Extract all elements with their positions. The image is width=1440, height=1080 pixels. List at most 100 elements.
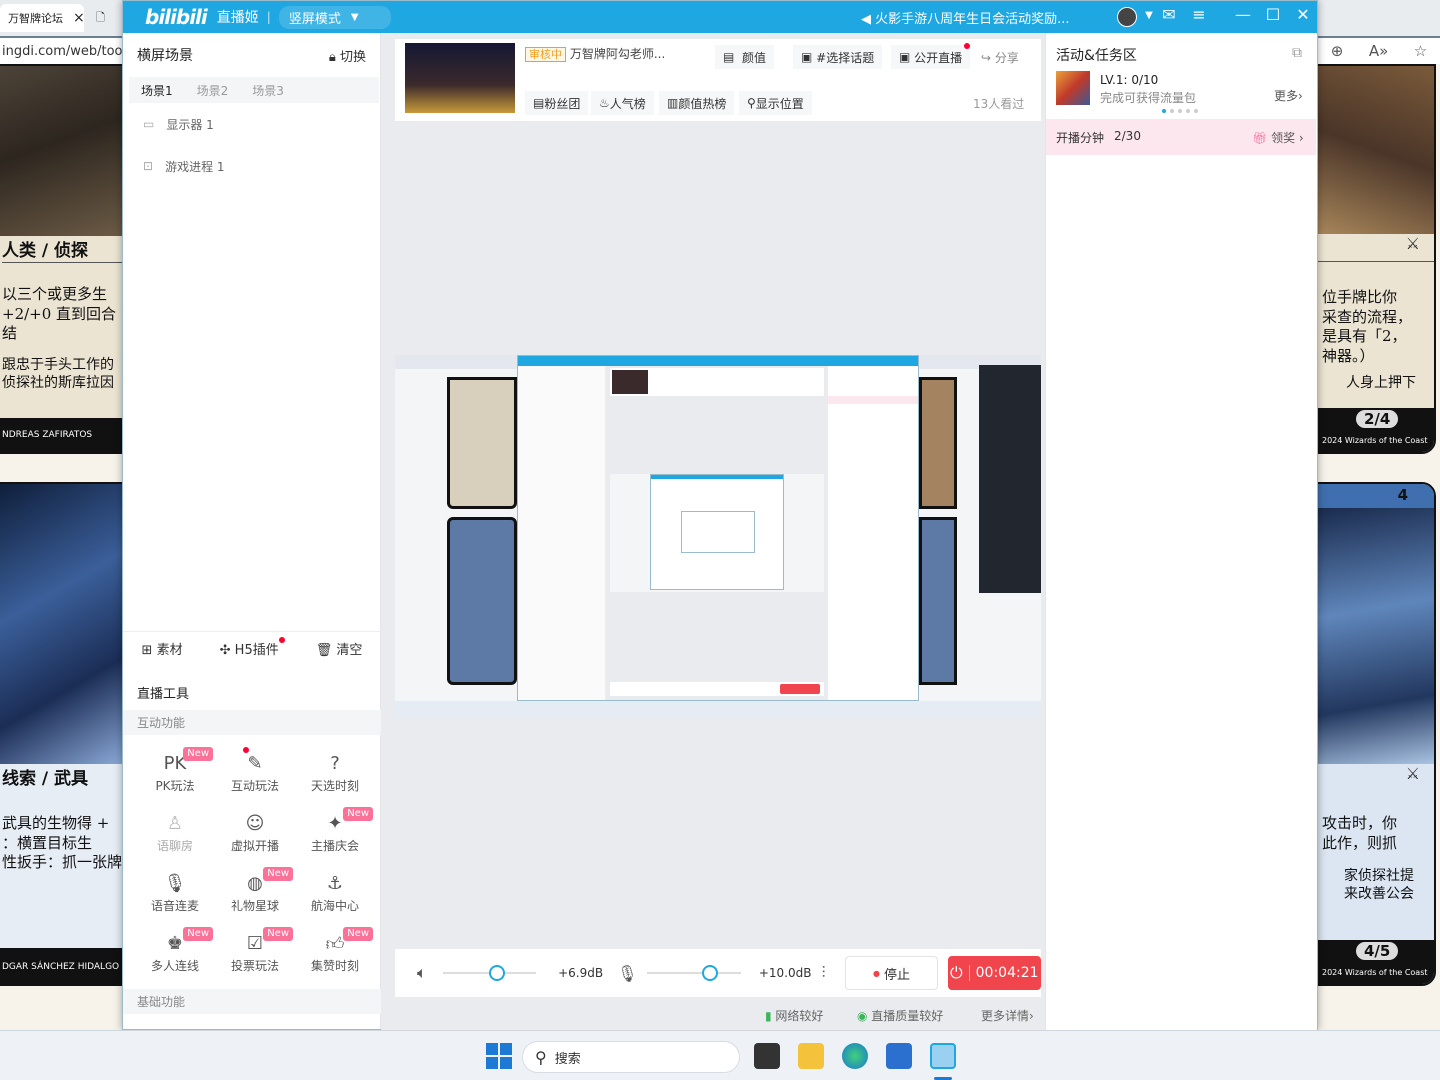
- carousel-dot[interactable]: [1178, 109, 1182, 113]
- tool-voice-room[interactable]: ♙ 语聊房: [135, 805, 215, 861]
- preview-title-bar: [518, 356, 918, 366]
- source-item-display[interactable]: ▭ 显示器 1: [123, 103, 380, 145]
- new-badge: New: [183, 927, 213, 941]
- microphone-icon[interactable]: 🎙︎: [617, 964, 637, 983]
- tool-label: 语聊房: [156, 838, 193, 853]
- viewer-count: 13人看过: [973, 97, 1025, 111]
- tab-close-icon[interactable]: ×: [73, 10, 84, 26]
- mic-slider[interactable]: [647, 965, 741, 981]
- tool-pk[interactable]: PK PK玩法 New: [135, 745, 215, 801]
- maximize-icon[interactable]: ☐: [1261, 5, 1285, 24]
- switch-button[interactable]: 🔒︎ 切换: [329, 46, 366, 65]
- read-aloud-icon[interactable]: A»: [1369, 42, 1388, 60]
- popularity-button[interactable]: ♨ 人气榜: [591, 91, 654, 115]
- topic-icon: ▣: [801, 50, 817, 64]
- preview-card: [447, 517, 517, 685]
- minimize-icon[interactable]: —: [1231, 5, 1255, 24]
- material-button[interactable]: ⊞ 素材: [142, 639, 183, 658]
- preview-middle: [606, 366, 828, 700]
- address-bar[interactable]: ingdi.com/web/tools: [0, 38, 124, 64]
- stream-preview[interactable]: [395, 355, 1041, 717]
- carousel-dot[interactable]: [1186, 109, 1190, 113]
- slider-handle[interactable]: [489, 965, 506, 981]
- tool-celebration[interactable]: ✦ 主播庆会 New: [295, 805, 375, 861]
- edge-browser-icon[interactable]: [842, 1043, 868, 1069]
- preview-card: [919, 517, 957, 685]
- card-rules-1: 武具的生物得 +: [2, 814, 110, 833]
- file-explorer-icon[interactable]: [798, 1043, 824, 1069]
- windows-start-icon[interactable]: [486, 1043, 512, 1069]
- fans-button[interactable]: ▤ 粉丝团: [525, 91, 589, 115]
- slider-handle[interactable]: [701, 965, 718, 981]
- room-cover[interactable]: [405, 43, 515, 113]
- carousel-dot[interactable]: [1194, 109, 1198, 113]
- claim-reward-button[interactable]: 🎁︎ 领奖 ›: [1252, 129, 1304, 146]
- zoom-icon[interactable]: ⊕: [1331, 42, 1344, 60]
- stop-label: 停止: [883, 967, 910, 983]
- tab-scene-1[interactable]: 场景1: [129, 82, 185, 99]
- favorite-icon[interactable]: ☆: [1414, 42, 1427, 60]
- tool-lucky-draw[interactable]: ? 天选时刻: [295, 745, 375, 801]
- category-button[interactable]: ▤ 颜值: [715, 45, 774, 69]
- speaker-slider[interactable]: [442, 965, 537, 981]
- popout-icon[interactable]: ⧉: [1292, 45, 1302, 61]
- card-copyright: 2024 Wizards of the Coast: [1322, 436, 1428, 445]
- task-view-icon[interactable]: [754, 1043, 780, 1069]
- tool-vote[interactable]: ☑ 投票玩法 New: [215, 925, 295, 981]
- tool-voyage-center[interactable]: ⚓︎ 航海中心: [295, 865, 375, 921]
- menu-icon[interactable]: ≡: [1187, 5, 1211, 24]
- status-badge: 审核中: [525, 47, 566, 62]
- room-title-row[interactable]: 审核中 万智牌阿勾老师...: [525, 45, 665, 62]
- taskbar-search[interactable]: ⚲ 搜索: [522, 1041, 740, 1073]
- share-button[interactable]: ↪ 分享: [981, 49, 1019, 66]
- record-dot-icon: ●: [873, 968, 880, 978]
- card-flavor-2: 来改善公会: [1344, 886, 1414, 903]
- carousel-dot[interactable]: [1162, 109, 1166, 113]
- tab-scene-2[interactable]: 场景2: [185, 82, 241, 99]
- preview-taskbar: [395, 701, 1041, 717]
- more-details-link[interactable]: 更多详情›: [981, 1007, 1034, 1024]
- preview-chat-panel: [979, 365, 1041, 593]
- mail-icon[interactable]: ✉: [1157, 5, 1181, 24]
- gift-icon: 🎁︎: [1252, 131, 1272, 145]
- task-row: 开播分钟 2/30 🎁︎ 领奖 ›: [1046, 119, 1316, 155]
- tool-multi-link[interactable]: ♚ 多人连线 New: [135, 925, 215, 981]
- public-live-button[interactable]: ▣ 公开直播: [891, 43, 971, 69]
- store-icon[interactable]: [886, 1043, 912, 1069]
- clear-button[interactable]: 🗑︎ 清空: [316, 639, 363, 658]
- topic-button[interactable]: ▣ #选择话题: [793, 45, 883, 69]
- hot-rank-button[interactable]: ▥ 颜值热榜: [659, 91, 735, 115]
- carousel-dot[interactable]: [1170, 109, 1174, 113]
- card-rules-2: 此作，则抓: [1322, 833, 1398, 852]
- vote-icon: ☑: [246, 932, 264, 954]
- avatar[interactable]: [1117, 7, 1137, 27]
- tool-like-collect[interactable]: 👍︎ 集赞时刻 New: [295, 925, 375, 981]
- chevron-down-icon[interactable]: ▼: [351, 12, 359, 23]
- card-art: [0, 66, 122, 236]
- close-icon[interactable]: ✕: [1291, 5, 1315, 24]
- end-live-button[interactable]: ⏻ 00:04:21: [947, 956, 1041, 990]
- windows-logo-tile: [500, 1057, 512, 1069]
- tool-gift-planet[interactable]: ◍ 礼物星球 New: [215, 865, 295, 921]
- source-item-game[interactable]: ⊡ 游戏进程 1: [123, 145, 380, 187]
- card-artist: NDREAS ZAFIRATOS: [0, 418, 122, 452]
- speaker-volume-icon[interactable]: 🔈︎: [417, 963, 427, 983]
- tool-interactive-play[interactable]: ✎ 互动玩法: [215, 745, 295, 801]
- mode-selector[interactable]: 竖屏模式: [278, 5, 391, 29]
- stop-recording-button[interactable]: ● 停止: [845, 956, 938, 990]
- more-link[interactable]: 更多›: [1274, 87, 1303, 104]
- live-app-taskbar-icon[interactable]: [930, 1043, 956, 1069]
- location-button[interactable]: ⚲ 显示位置: [739, 91, 812, 115]
- speaker-icon: ◀: [861, 11, 876, 27]
- mixer-icon[interactable]: ⫶: [821, 963, 825, 983]
- browser-tab-2[interactable]: 🗋: [88, 4, 122, 32]
- tool-virtual-live[interactable]: ☺ 虚拟开播: [215, 805, 295, 861]
- card-rules-2: 采查的流程，: [1322, 307, 1413, 326]
- tool-voice-link[interactable]: 🎙︎ 语音连麦: [135, 865, 215, 921]
- lock-icon: 🔒︎: [328, 49, 340, 65]
- topic-label: #选择话题: [816, 50, 875, 65]
- h5-plugin-button[interactable]: ✣ H5插件: [220, 637, 285, 658]
- announcement[interactable]: ◀ 火影手游八周年生日会活动奖励...: [861, 8, 1070, 27]
- tab-scene-3[interactable]: 场景3: [240, 82, 296, 99]
- browser-tab[interactable]: 万智牌论坛 ×: [0, 4, 84, 32]
